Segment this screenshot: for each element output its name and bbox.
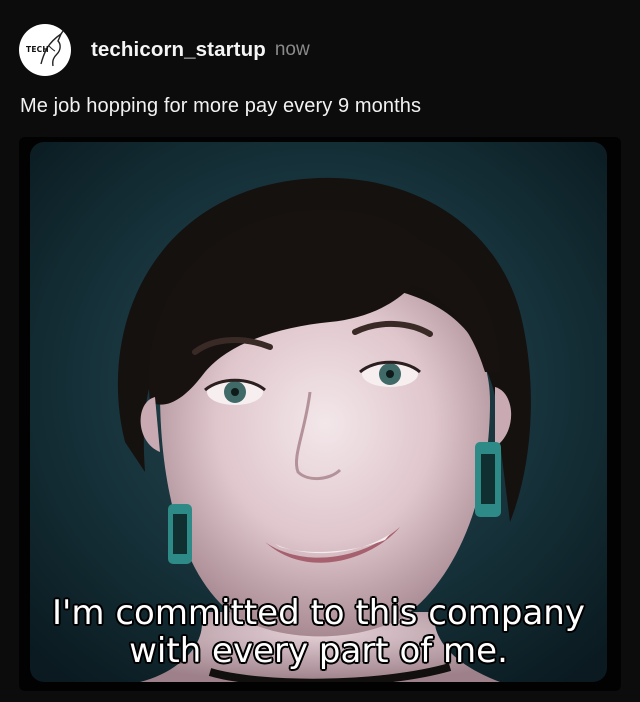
subtitle-line-1: I'm committed to this company: [52, 593, 585, 633]
avatar[interactable]: TECH: [19, 24, 71, 76]
subtitle-line-2: with every part of me.: [129, 631, 508, 671]
username[interactable]: techicorn_startup: [91, 38, 266, 62]
post-image[interactable]: I'm committed to this company with every…: [19, 137, 621, 691]
post-caption: Me job hopping for more pay every 9 mont…: [20, 95, 422, 117]
social-post: TECH techicorn_startup now Me job hoppin…: [0, 0, 640, 702]
video-still: I'm committed to this company with every…: [30, 142, 607, 682]
avatar-text: TECH: [26, 45, 49, 54]
timestamp: now: [274, 39, 310, 60]
post-header: TECH techicorn_startup now: [19, 24, 310, 76]
